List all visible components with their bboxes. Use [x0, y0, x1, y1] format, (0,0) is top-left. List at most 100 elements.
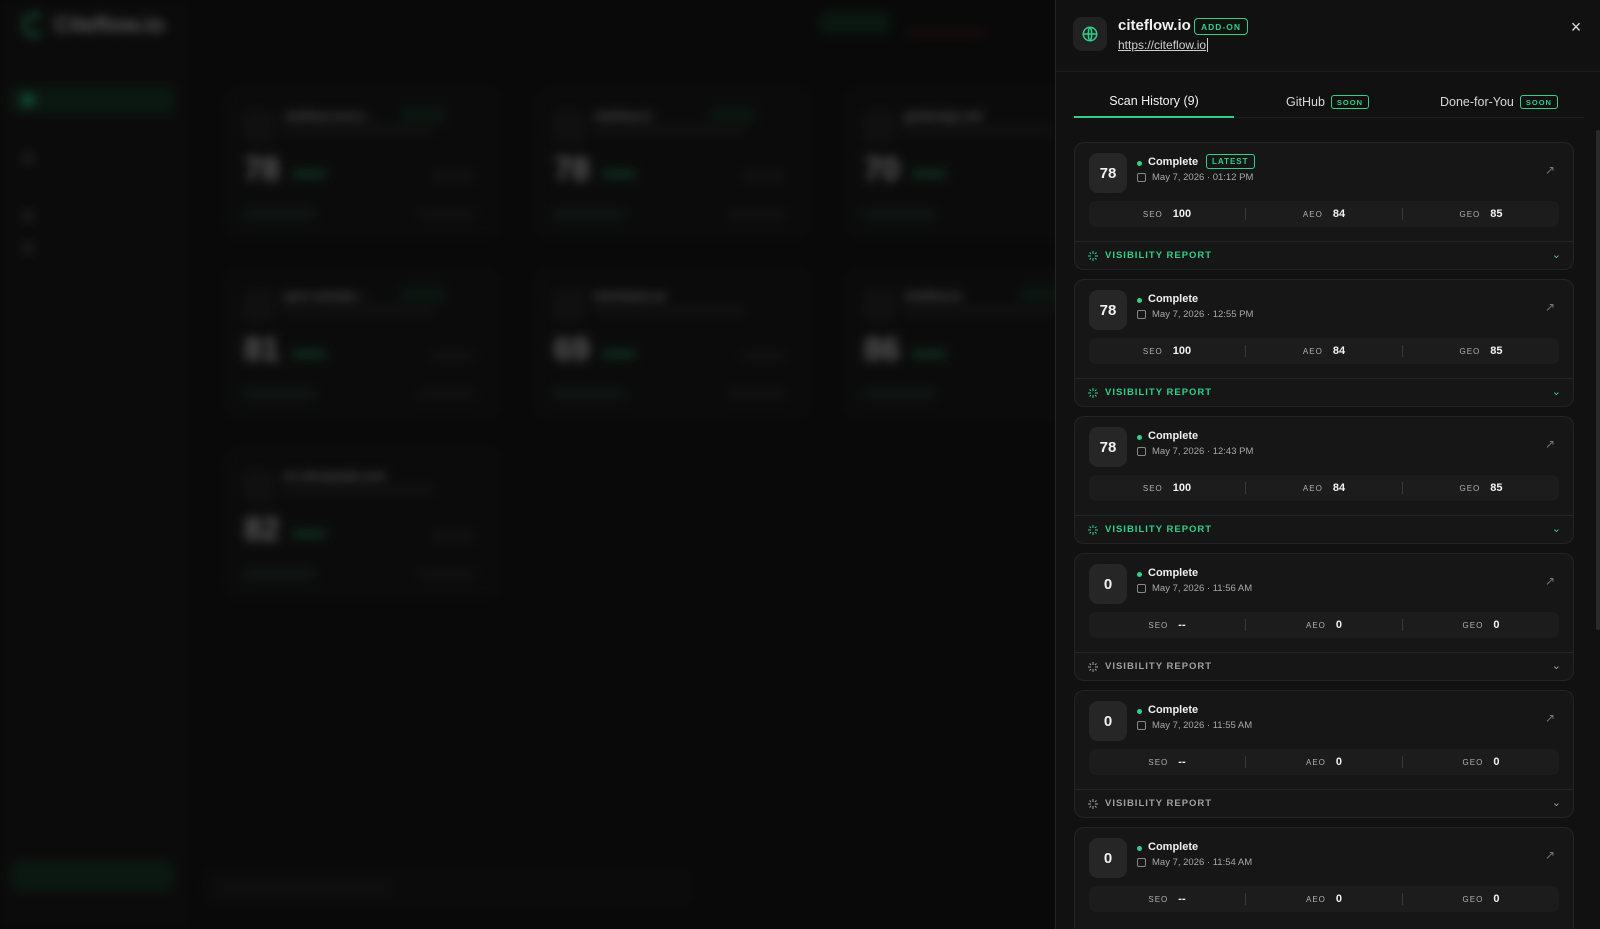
visibility-report-toggle[interactable]: VISIBILITY REPORT ⌄ [1075, 789, 1573, 817]
metric-value-aeo: 84 [1332, 482, 1346, 494]
visibility-report-toggle[interactable]: VISIBILITY REPORT ⌄ [1075, 378, 1573, 406]
calendar-icon [1137, 173, 1146, 182]
metric-value-seo: 100 [1172, 208, 1192, 220]
globe-icon [1073, 17, 1107, 51]
visibility-report-label: VISIBILITY REPORT [1105, 661, 1213, 672]
visibility-report-toggle[interactable]: VISIBILITY REPORT ⌄ [1075, 241, 1573, 269]
external-link-icon[interactable]: ↗ [1545, 711, 1559, 725]
soon-badge: SOON [1330, 95, 1369, 109]
sparkle-icon [1088, 662, 1098, 672]
metric-value-aeo: 84 [1332, 345, 1346, 357]
metric-value-seo: 100 [1172, 345, 1192, 357]
metric-label-geo: GEO [1459, 346, 1481, 356]
tab-label: GitHub [1286, 95, 1325, 109]
status-dot [1137, 709, 1142, 714]
scan-score: 78 [1089, 153, 1127, 193]
scan-status: Complete [1148, 567, 1199, 579]
scan-metrics: SEO 100 AEO 84 GEO 85 [1089, 475, 1559, 501]
metric-value-seo: 100 [1172, 482, 1192, 494]
drawer-header: citeflow.io ADD-ON https://citeflow.io × [1056, 0, 1600, 72]
tab-done-for-you[interactable]: Done-for-You SOON [1440, 86, 1558, 118]
scan-card: 0 Complete May 7, 2026 · 11:56 AM ↗ SEO -… [1074, 553, 1574, 681]
scan-metrics: SEO -- AEO 0 GEO 0 [1089, 749, 1559, 775]
metric-value-geo: 85 [1490, 208, 1503, 220]
visibility-report-toggle[interactable]: VISIBILITY REPORT ⌄ [1075, 652, 1573, 680]
scan-date: May 7, 2026 · 11:54 AM [1152, 857, 1253, 868]
metric-label-aeo: AEO [1305, 894, 1326, 904]
scan-date: May 7, 2026 · 12:43 PM [1152, 446, 1254, 457]
metric-value-seo: -- [1178, 756, 1186, 768]
scan-score: 0 [1089, 564, 1127, 604]
metric-label-aeo: AEO [1305, 757, 1326, 767]
metric-value-aeo: 0 [1335, 619, 1343, 631]
scrollbar[interactable] [1596, 130, 1600, 630]
metric-value-aeo: 0 [1335, 893, 1343, 905]
status-dot [1137, 298, 1142, 303]
scan-status: Complete [1148, 156, 1199, 168]
scan-metrics: SEO 100 AEO 84 GEO 85 [1089, 338, 1559, 364]
tab-github[interactable]: GitHub SOON [1286, 86, 1369, 118]
visibility-report-label: VISIBILITY REPORT [1105, 250, 1213, 261]
metric-label-geo: GEO [1462, 894, 1484, 904]
chevron-down-icon: ⌄ [1551, 523, 1561, 535]
tab-scan-history[interactable]: Scan History (9) [1074, 86, 1234, 118]
metric-label-aeo: AEO [1302, 483, 1323, 493]
drawer-tabs: Scan History (9) GitHub SOON Done-for-Yo… [1074, 86, 1584, 118]
status-dot [1137, 435, 1142, 440]
scan-card: 0 Complete May 7, 2026 · 11:55 AM ↗ SEO -… [1074, 690, 1574, 818]
metric-label-aeo: AEO [1302, 346, 1323, 356]
status-dot [1137, 846, 1142, 851]
tab-label: Scan History (9) [1109, 94, 1199, 108]
visibility-report-toggle[interactable]: VISIBILITY REPORT ⌄ [1075, 515, 1573, 543]
status-dot [1137, 572, 1142, 577]
metric-value-geo: 0 [1493, 893, 1500, 905]
external-link-icon[interactable]: ↗ [1545, 437, 1559, 451]
scan-card: 78 Complete LATEST May 7, 2026 · 01:12 P… [1074, 142, 1574, 270]
sparkle-icon [1088, 525, 1098, 535]
scan-score: 0 [1089, 701, 1127, 741]
visibility-report-label: VISIBILITY REPORT [1105, 524, 1213, 535]
external-link-icon[interactable]: ↗ [1545, 300, 1559, 314]
metric-value-seo: -- [1178, 893, 1186, 905]
external-link-icon[interactable]: ↗ [1545, 163, 1559, 177]
sparkle-icon [1088, 799, 1098, 809]
scan-card: 78 Complete May 7, 2026 · 12:55 PM ↗ SEO… [1074, 279, 1574, 407]
metric-value-geo: 0 [1493, 756, 1500, 768]
scan-card: 78 Complete May 7, 2026 · 12:43 PM ↗ SEO… [1074, 416, 1574, 544]
metric-label-geo: GEO [1459, 483, 1481, 493]
tab-label: Done-for-You [1440, 95, 1514, 109]
calendar-icon [1137, 721, 1146, 730]
visibility-report-label: VISIBILITY REPORT [1105, 387, 1213, 398]
scan-status: Complete [1148, 293, 1199, 305]
metric-label-seo: SEO [1148, 894, 1169, 904]
scan-score: 0 [1089, 838, 1127, 878]
external-link-icon[interactable]: ↗ [1545, 574, 1559, 588]
scan-date: May 7, 2026 · 12:55 PM [1152, 309, 1254, 320]
metric-label-seo: SEO [1142, 346, 1163, 356]
metric-value-geo: 0 [1493, 619, 1500, 631]
metric-label-geo: GEO [1462, 757, 1484, 767]
metric-label-seo: SEO [1142, 483, 1163, 493]
metric-label-aeo: AEO [1302, 209, 1323, 219]
addon-badge: ADD-ON [1194, 18, 1248, 35]
scan-metrics: SEO -- AEO 0 GEO 0 [1089, 612, 1559, 638]
calendar-icon [1137, 447, 1146, 456]
scan-metrics: SEO 100 AEO 84 GEO 85 [1089, 201, 1559, 227]
metric-value-aeo: 84 [1332, 208, 1346, 220]
scan-score: 78 [1089, 290, 1127, 330]
metric-value-aeo: 0 [1335, 756, 1343, 768]
scan-card: 0 Complete May 7, 2026 · 11:54 AM ↗ SEO -… [1074, 827, 1574, 929]
chevron-down-icon: ⌄ [1551, 386, 1561, 398]
calendar-icon [1137, 858, 1146, 867]
scan-score: 78 [1089, 427, 1127, 467]
site-url-link[interactable]: https://citeflow.io [1118, 38, 1209, 52]
scan-status: Complete [1148, 704, 1199, 716]
metric-label-aeo: AEO [1305, 620, 1326, 630]
chevron-down-icon: ⌄ [1551, 797, 1561, 809]
scan-status: Complete [1148, 841, 1199, 853]
scan-date: May 7, 2026 · 11:55 AM [1152, 720, 1253, 731]
external-link-icon[interactable]: ↗ [1545, 848, 1559, 862]
status-dot [1137, 161, 1142, 166]
chevron-down-icon: ⌄ [1551, 249, 1561, 261]
close-icon[interactable]: × [1565, 16, 1587, 38]
